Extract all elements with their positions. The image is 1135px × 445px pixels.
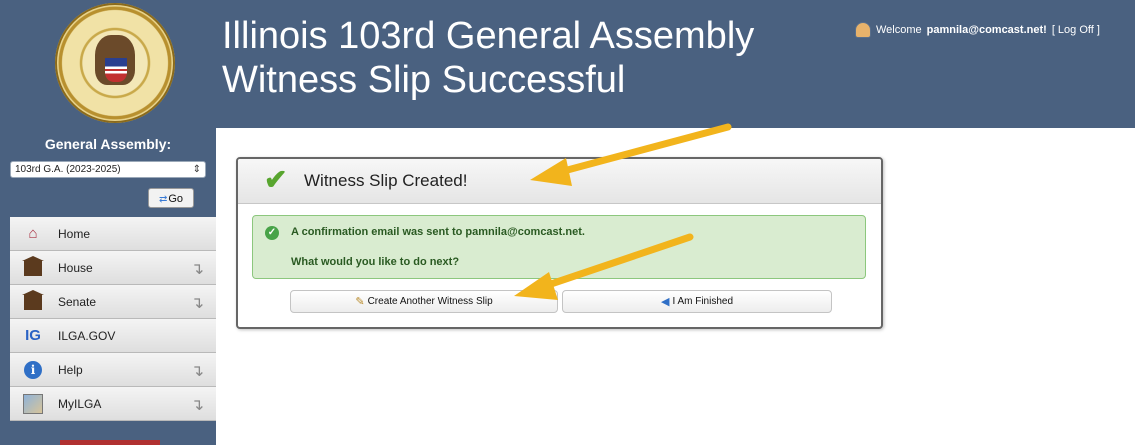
i-am-finished-button[interactable]: ◀ I Am Finished [562,290,832,313]
sidebar-item-label: Help [58,362,83,377]
create-another-witness-slip-button[interactable]: ✎ Create Another Witness Slip [290,290,558,313]
expand-arrow-icon: ↴ [190,261,204,278]
sidebar-bottom-bar [60,440,160,445]
back-arrow-icon: ◀ [660,296,670,308]
go-button[interactable]: ⇄Go [148,188,194,208]
select-caret-icon: ⇕ [192,164,201,175]
create-another-label: Create Another Witness Slip [367,296,493,307]
witness-slip-result-panel: ✔ Witness Slip Created! ✓ A confirmation… [236,157,883,329]
page-title-line1: Illinois 103rd General Assembly [222,15,755,57]
success-check-icon: ✓ [265,226,279,240]
page-title-line2: Witness Slip Successful [222,59,626,101]
welcome-bar: Welcome pamnila@comcast.net! [ Log Off ] [855,22,1100,38]
sidebar-nav: ⌂ Home House ↴ Senate ↴ IG ILGA.GOV i He… [10,217,216,421]
sidebar-item-help[interactable]: i Help ↴ [10,353,216,387]
sidebar-item-house[interactable]: House ↴ [10,251,216,285]
map-icon [22,393,44,415]
ilga-logo-icon: IG [25,327,41,344]
sidebar-item-myilga[interactable]: MyILGA ↴ [10,387,216,421]
sidebar-item-label: House [58,260,93,275]
sidebar-item-ilga-gov[interactable]: IG ILGA.GOV [10,319,216,353]
page-header: Illinois 103rd General Assembly Witness … [0,0,1135,128]
senate-building-icon [22,289,44,313]
sidebar-item-label: Senate [58,294,97,309]
username: pamnila@comcast.net! [926,24,1047,36]
expand-arrow-icon: ↴ [190,397,204,414]
sidebar-item-home[interactable]: ⌂ Home [10,217,216,251]
checkmark-icon: ✔ [264,164,288,195]
expand-arrow-icon: ↴ [190,363,204,380]
finished-label: I Am Finished [672,296,734,307]
home-icon: ⌂ [28,225,38,242]
general-assembly-label: General Assembly: [44,136,172,152]
sidebar: General Assembly: 103rd G.A. (2023-2025)… [0,128,216,445]
sidebar-item-label: Home [58,226,91,241]
welcome-text: Welcome [876,24,922,36]
illinois-state-seal-logo [55,3,175,123]
expand-arrow-icon: ↴ [190,295,204,312]
page-title: Illinois 103rd General Assembly Witness … [222,14,754,102]
info-icon: i [22,359,44,381]
next-step-prompt: What would you like to do next? [291,256,460,268]
confirmation-notice: ✓ A confirmation email was sent to pamni… [252,215,866,279]
general-assembly-select[interactable]: 103rd G.A. (2023-2025) ⇕ [10,161,206,178]
go-button-label: Go [168,193,184,205]
general-assembly-selected-value: 103rd G.A. (2023-2025) [15,164,121,175]
panel-title: Witness Slip Created! [304,171,468,190]
refresh-icon: ⇄ [158,194,168,205]
sidebar-item-label: MyILGA [58,396,102,411]
pencil-icon: ✎ [355,296,365,308]
sidebar-item-senate[interactable]: Senate ↴ [10,285,216,319]
house-building-icon [22,255,44,279]
logoff-link[interactable]: [ Log Off ] [1052,24,1100,36]
sidebar-item-label: ILGA.GOV [58,328,116,343]
user-icon [855,22,871,38]
confirmation-message: A confirmation email was sent to pamnila… [291,226,585,238]
panel-header: ✔ Witness Slip Created! [238,159,881,204]
